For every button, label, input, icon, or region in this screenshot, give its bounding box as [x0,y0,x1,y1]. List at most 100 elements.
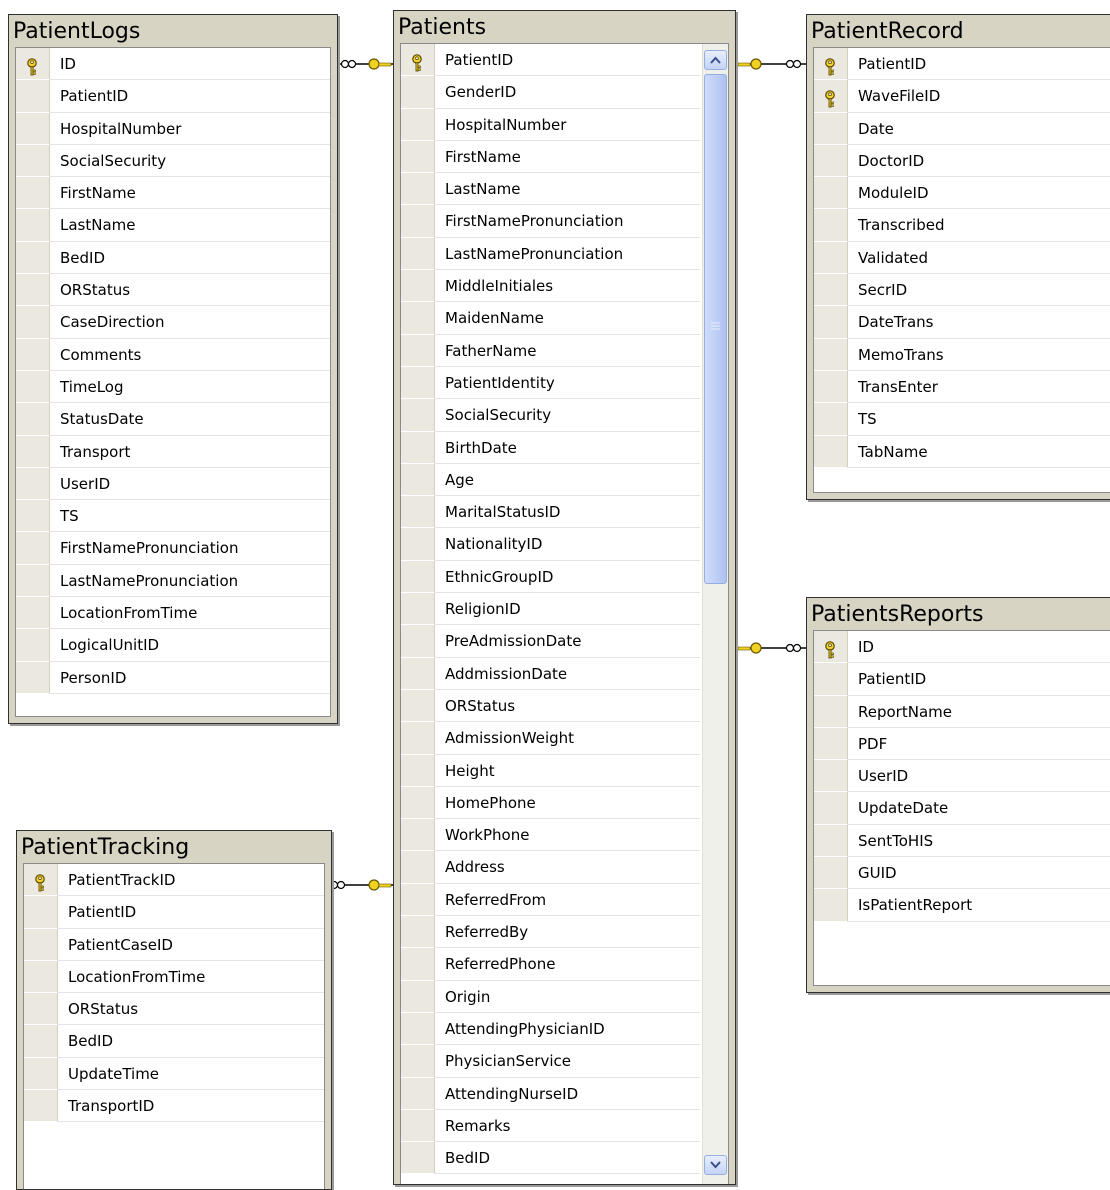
column-name[interactable]: MemoTrans [848,339,1110,371]
column-name[interactable]: HospitalNumber [50,113,330,145]
scroll-thumb[interactable] [704,74,727,584]
row-selector[interactable] [16,338,50,371]
column-row[interactable]: ORStatus [16,274,330,307]
column-row[interactable]: Age [401,463,700,497]
column-name[interactable]: LocationFromTime [58,961,324,994]
column-name[interactable]: ORStatus [435,690,700,723]
row-selector[interactable] [401,851,435,884]
column-row[interactable]: HomePhone [401,786,700,820]
row-selector[interactable] [16,597,50,630]
row-selector[interactable] [401,1045,435,1078]
relationship-logs-patients[interactable] [338,58,394,70]
column-row[interactable]: FirstNamePronunciation [401,205,700,238]
column-name[interactable]: SecrID [848,274,1110,307]
row-selector[interactable] [401,173,435,206]
column-row[interactable]: MaritalStatusID [401,496,700,529]
row-selector[interactable] [401,657,435,690]
row-selector[interactable] [814,370,848,404]
row-selector[interactable] [24,928,58,961]
row-selector[interactable] [16,144,50,178]
column-name[interactable]: ID [848,631,1110,664]
column-name[interactable]: LocationFromTime [50,597,330,630]
column-row[interactable]: AttendingPhysicianID [401,1012,700,1046]
table-title[interactable]: Patients [394,11,735,43]
column-row[interactable]: ReferredPhone [401,948,700,981]
column-name[interactable]: BirthDate [435,432,700,464]
row-selector[interactable] [401,883,435,917]
column-name[interactable]: UserID [848,760,1110,793]
row-selector[interactable] [401,819,435,852]
row-selector[interactable] [16,274,50,307]
row-selector[interactable] [814,112,848,145]
row-selector[interactable] [24,1057,58,1091]
column-name[interactable]: BedID [435,1142,700,1175]
column-row[interactable]: UpdateDate [814,792,1110,825]
column-name[interactable]: FirstName [435,141,700,174]
column-row[interactable]: GUID [814,857,1110,890]
column-name[interactable]: TransEnter [848,371,1110,404]
row-selector[interactable] [401,980,435,1013]
row-selector[interactable] [814,144,848,178]
column-row[interactable]: LastName [16,209,330,242]
column-row[interactable]: PatientID [401,44,700,77]
column-row[interactable]: ID [814,631,1110,664]
column-row[interactable]: UpdateTime [24,1057,324,1091]
row-selector[interactable] [16,177,50,210]
column-name[interactable]: AttendingPhysicianID [435,1013,700,1046]
column-row[interactable]: BedID [16,241,330,275]
column-name[interactable]: FatherName [435,335,700,367]
row-selector[interactable] [401,1142,435,1175]
row-selector[interactable] [24,960,58,994]
column-name[interactable]: GenderID [435,76,700,109]
column-name[interactable]: FirstName [50,177,330,210]
column-name[interactable]: BedID [50,242,330,275]
column-name[interactable]: PDF [848,728,1110,761]
column-row[interactable]: Transport [16,435,330,468]
column-name[interactable]: LastName [50,209,330,242]
column-row[interactable]: BedID [24,1025,324,1058]
column-name[interactable]: PatientID [435,44,700,77]
column-name[interactable]: HomePhone [435,787,700,820]
table-patients[interactable]: Patients PatientID GenderID HospitalNumber… [393,10,736,1185]
column-row[interactable]: HospitalNumber [16,112,330,145]
column-row[interactable]: StatusDate [16,403,330,436]
column-name[interactable]: PatientID [848,48,1110,81]
column-row[interactable]: TransportID [24,1090,324,1123]
row-selector[interactable] [16,403,50,436]
column-row[interactable]: ID [16,48,330,81]
row-selector[interactable] [16,467,50,501]
column-row[interactable]: TabName [814,435,1110,468]
column-row[interactable]: WaveFileID [814,80,1110,113]
column-row[interactable]: SocialSecurity [16,144,330,178]
column-row[interactable]: FatherName [401,334,700,367]
column-row[interactable]: PatientID [24,896,324,929]
row-selector[interactable] [401,140,435,174]
column-row[interactable]: UserID [814,760,1110,793]
column-row[interactable]: BirthDate [401,431,700,464]
row-selector[interactable] [16,564,50,598]
column-row[interactable]: Comments [16,338,330,371]
row-selector[interactable] [814,857,848,890]
column-row[interactable]: MaidenName [401,302,700,335]
row-selector[interactable] [401,560,435,594]
row-selector[interactable] [814,727,848,761]
column-row[interactable]: Address [401,851,700,884]
column-name[interactable]: NationalityID [435,528,700,561]
row-selector[interactable] [24,1025,58,1058]
column-name[interactable]: Origin [435,981,700,1013]
column-name[interactable]: AttendingNurseID [435,1078,700,1110]
column-list[interactable]: ID PatientID HospitalNumber SocialSecurity F… [15,47,331,717]
row-selector[interactable] [24,1090,58,1123]
column-row[interactable]: ReportName [814,695,1110,728]
column-name[interactable]: MaidenName [435,302,700,335]
column-name[interactable]: SocialSecurity [50,145,330,178]
row-selector[interactable] [814,80,848,113]
column-row[interactable]: PreAdmissionDate [401,625,700,658]
column-row[interactable]: ReferredFrom [401,883,700,917]
row-selector[interactable] [16,209,50,242]
column-name[interactable]: WaveFileID [848,80,1110,113]
column-row[interactable]: ReligionID [401,593,700,626]
row-selector[interactable] [814,695,848,728]
row-selector[interactable] [401,754,435,787]
row-selector[interactable] [401,302,435,335]
